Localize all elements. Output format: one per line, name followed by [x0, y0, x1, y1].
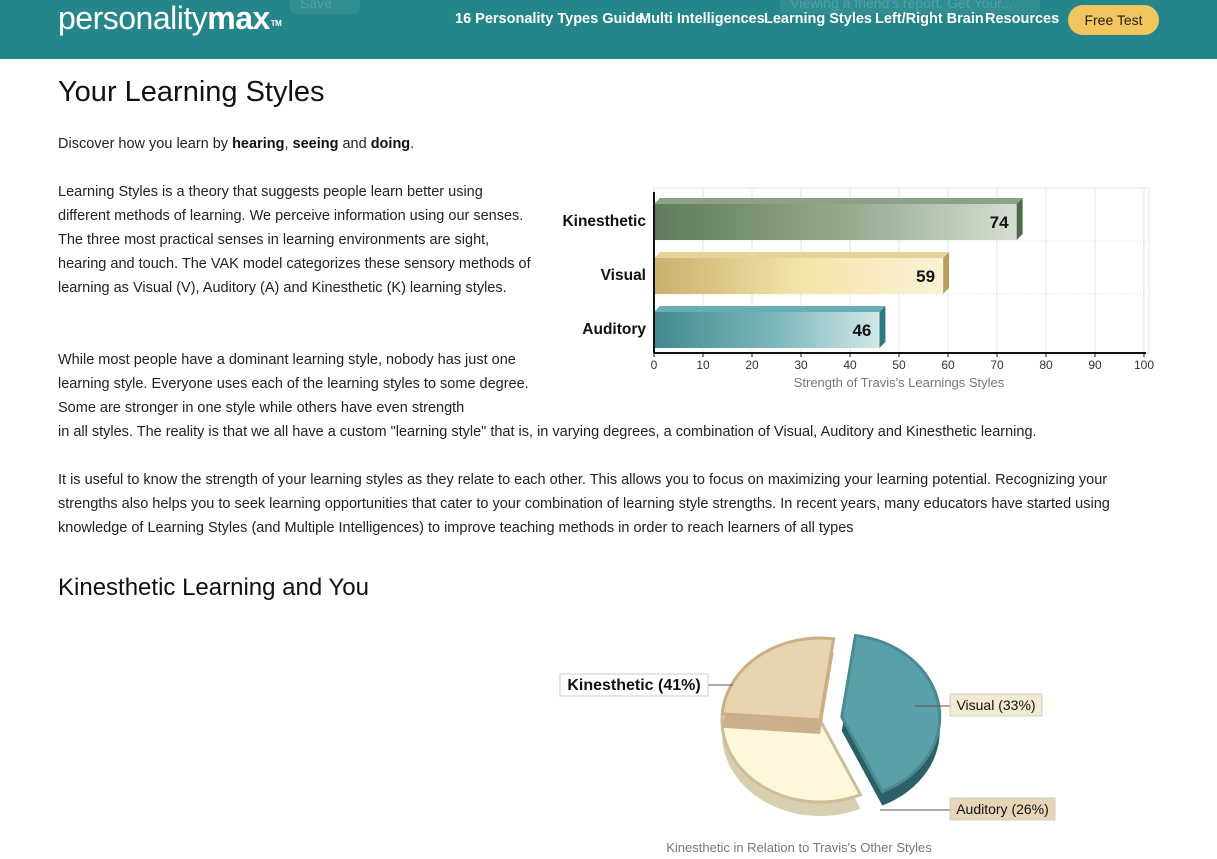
pie-chart-title: Kinesthetic in Relation to Travis's Othe… [666, 840, 932, 855]
dominant-style-paragraph-a: While most people have a dominant learni… [58, 352, 529, 416]
bar-value-label: 59 [916, 267, 935, 286]
bar-chart-tick-label: 80 [1039, 358, 1053, 372]
nav-16-personality-types[interactable]: 16 Personality Types Guide [455, 11, 643, 31]
bar-top-face [654, 252, 950, 258]
nav-resources[interactable]: Resources [985, 11, 1059, 31]
bar-chart-tick-label: 10 [696, 358, 710, 372]
intro-doing: doing [370, 136, 411, 152]
nav-left-right-brain[interactable]: Left/Right Brain [875, 11, 984, 31]
bar-category-label: Auditory [582, 321, 646, 338]
bar-category-label: Visual [601, 267, 646, 284]
bar-top-face [654, 306, 886, 312]
bar-chart-tick-label: 70 [990, 358, 1004, 372]
ghost-save-button: Save [290, 0, 360, 14]
bar-chart-tick-label: 60 [941, 358, 955, 372]
bar-chart-x-label: Strength of Travis's Learnings Styles [794, 375, 1005, 390]
page-title: Your Learning Styles [58, 76, 325, 108]
free-test-button[interactable]: Free Test [1068, 5, 1159, 35]
intro-seeing: seeing [292, 136, 339, 152]
intro-sep: , [284, 136, 293, 152]
bar-chart-tick-label: 0 [651, 358, 658, 372]
nav-multi-intelligences[interactable]: Multi Intelligences [639, 11, 765, 31]
nav-learning-styles[interactable]: Learning Styles [764, 11, 872, 31]
intro-paragraph: Discover how you learn by hearing, seein… [58, 132, 758, 156]
bar-chart-tick-label: 30 [794, 358, 808, 372]
site-header: Save Viewing a friend's report. Get Your… [0, 0, 1217, 59]
bar-top-face [654, 198, 1023, 204]
intro-text: Discover how you learn by [58, 136, 233, 152]
learning-styles-bar-chart: 74 Kinesthetic 59 Visual 46 Auditory 0 10 20 30 4… [562, 187, 1154, 390]
pie-slice-auditory [720, 636, 836, 722]
dominant-style-paragraph-b: in all styles. The reality is that we al… [58, 424, 1037, 440]
strength-paragraph: It is useful to know the strength of you… [58, 472, 1110, 536]
bar-side-face [879, 306, 886, 348]
bar-side-face [943, 252, 950, 294]
bar-side-face [1016, 198, 1023, 240]
pie-label: Auditory (26%) [956, 801, 1049, 817]
logo[interactable]: personalitymaxTM [58, 0, 282, 40]
section-title-kinesthetic: Kinesthetic Learning and You [58, 574, 369, 601]
bar-category-label: Kinesthetic [562, 213, 646, 230]
bar-value-label: 74 [990, 213, 1009, 232]
intro-end: . [410, 136, 415, 152]
logo-text-bold: max [207, 0, 270, 36]
learning-styles-pie-chart: Kinesthetic (41%) Visual (33%) Auditory (2… [559, 634, 1056, 855]
bar-chart-tick-label: 50 [892, 358, 906, 372]
logo-text-light: personality [58, 0, 208, 36]
bar-value-label: 46 [852, 321, 871, 340]
bar-chart-tick-label: 90 [1088, 358, 1102, 372]
bar-chart-tick-label: 40 [843, 358, 857, 372]
bar-chart-tick-label: 100 [1134, 358, 1154, 372]
logo-trademark: TM [270, 19, 282, 28]
intro-sep: and [338, 136, 371, 152]
pie-label: Visual (33%) [956, 697, 1035, 713]
bar-kinesthetic [654, 204, 1017, 240]
pie-label: Kinesthetic (41%) [567, 677, 700, 694]
intro-hearing: hearing [232, 136, 285, 152]
bar-auditory [654, 312, 880, 348]
learning-styles-paragraph: Learning Styles is a theory that suggest… [58, 184, 531, 296]
bar-chart-tick-label: 20 [745, 358, 759, 372]
bar-visual [654, 258, 944, 294]
